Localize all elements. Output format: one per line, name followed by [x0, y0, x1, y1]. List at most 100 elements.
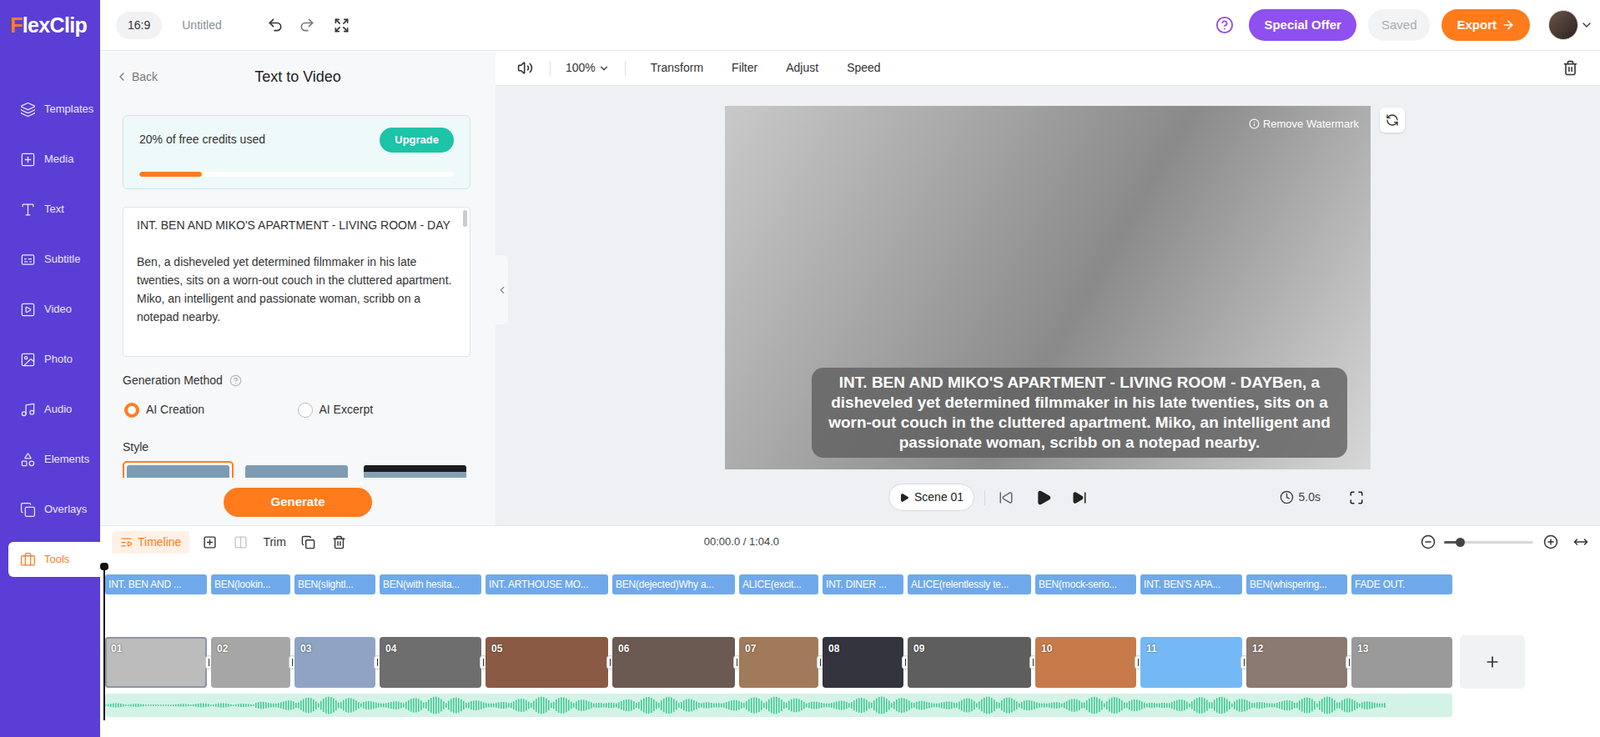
sidebar-item-icon: [20, 301, 36, 318]
scene-tile[interactable]: 03: [294, 637, 376, 689]
scene-tile[interactable]: 13: [1351, 637, 1453, 689]
redo-icon[interactable]: [298, 16, 316, 34]
special-offer-button[interactable]: Special Offer: [1248, 9, 1357, 42]
scene-duration[interactable]: 5.0s: [1279, 488, 1321, 507]
fullscreen-icon[interactable]: [1348, 490, 1364, 506]
zoom-in-icon[interactable]: [1543, 534, 1559, 550]
subtitle-chip[interactable]: FADE OUT.: [1351, 574, 1453, 595]
add-scene-button[interactable]: [1459, 635, 1525, 690]
toolbar-tool[interactable]: Transform: [650, 59, 704, 77]
subtitle-chip[interactable]: BEN(slightl...: [294, 574, 376, 595]
subtitle-chip[interactable]: BEN(with hesita...: [379, 574, 482, 595]
upgrade-button[interactable]: Upgrade: [379, 127, 454, 153]
waveform: [105, 694, 1390, 718]
scene-tile[interactable]: 09: [907, 637, 1032, 689]
zoom-slider[interactable]: [1444, 541, 1534, 544]
scene-tile[interactable]: 12: [1246, 637, 1348, 689]
sidebar-item[interactable]: Elements: [8, 442, 101, 478]
subtitle-chip[interactable]: ALICE(excit...: [739, 574, 819, 595]
script-input[interactable]: INT. BEN AND MIKO'S APARTMENT - LIVING R…: [122, 206, 471, 358]
sidebar-item[interactable]: Text: [8, 191, 101, 227]
subtitle-chip[interactable]: BEN(lookin...: [211, 574, 291, 595]
help-icon[interactable]: [1215, 15, 1234, 35]
zoom-out-icon[interactable]: [1420, 534, 1436, 550]
panel-header: BackText to Video: [100, 50, 496, 103]
sidebar-item[interactable]: Overlays: [8, 492, 101, 528]
clock-icon: [1279, 490, 1294, 505]
scrollbar-thumb[interactable]: [462, 210, 468, 227]
radio-button[interactable]: [297, 402, 313, 418]
scene-tile[interactable]: 06: [612, 637, 735, 689]
replace-button[interactable]: [1379, 107, 1405, 133]
fullscreen-icon[interactable]: [333, 17, 350, 34]
scene-tile[interactable]: 10: [1035, 637, 1137, 689]
toolbar-tool[interactable]: Adjust: [785, 59, 819, 77]
watermark-link[interactable]: Remove Watermark: [1248, 115, 1359, 133]
sidebar-item[interactable]: Video: [8, 291, 101, 328]
logo[interactable]: FlexClip: [0, 0, 101, 51]
export-button[interactable]: Export: [1441, 9, 1530, 42]
style-thumbnail[interactable]: [359, 461, 471, 478]
scene-play-button[interactable]: Scene 01: [888, 483, 975, 512]
skip-forward-icon[interactable]: [1071, 490, 1087, 506]
trim-button[interactable]: Trim: [262, 533, 286, 552]
sidebar-item[interactable]: Tools: [8, 542, 101, 578]
scene-tile[interactable]: 04: [379, 637, 482, 689]
chevron-down-icon[interactable]: [1579, 18, 1594, 32]
avatar[interactable]: [1548, 10, 1579, 41]
zoom-select[interactable]: 100%: [565, 59, 610, 77]
play-icon[interactable]: [1035, 489, 1052, 507]
scene-tile[interactable]: 01: [105, 637, 207, 689]
back-button[interactable]: Back: [100, 68, 255, 86]
toolbar-tool[interactable]: Speed: [846, 59, 881, 77]
caption[interactable]: INT. BEN AND MIKO'S APARTMENT - LIVING R…: [811, 367, 1348, 458]
sidebar-item[interactable]: Subtitle: [8, 241, 101, 277]
sidebar-item-icon: [20, 402, 36, 418]
sidebar-item[interactable]: Audio: [8, 392, 101, 428]
scene-tile[interactable]: 05: [485, 637, 609, 689]
style-thumbnail[interactable]: [241, 461, 353, 478]
subtitle-chip[interactable]: INT. BEN'S APA...: [1140, 574, 1243, 595]
aspect-ratio-button[interactable]: 16:9: [115, 11, 162, 40]
video-canvas[interactable]: Remove Watermark INT. BEN AND MIKO'S APAR…: [724, 105, 1371, 470]
subtitle-chip[interactable]: INT. DINER ...: [822, 574, 904, 595]
panel-body: 20% of free credits usedUpgradeINT. BEN …: [100, 102, 496, 478]
sidebar-item[interactable]: Photo: [8, 342, 101, 378]
project-title[interactable]: Untitled: [181, 16, 222, 35]
scene-number: 09: [913, 641, 925, 657]
audio-track[interactable]: [105, 694, 1453, 718]
trash-icon[interactable]: [1562, 60, 1579, 76]
subtitle-chip[interactable]: BEN(whispering...: [1246, 574, 1348, 595]
subtitle-chip[interactable]: INT. BEN AND ...: [105, 574, 207, 595]
sidebar: FlexClip Templates Media Text Subtitle Video P…: [0, 0, 101, 737]
radio-option[interactable]: AI Excerpt: [297, 401, 472, 419]
generate-button[interactable]: Generate: [223, 488, 373, 518]
timeline-button[interactable]: Timeline: [111, 531, 190, 554]
scene-tile[interactable]: 11: [1140, 637, 1243, 689]
add-scene-icon[interactable]: [202, 535, 217, 550]
subtitle-chip[interactable]: ALICE(relentlessly te...: [907, 574, 1032, 595]
radio-button[interactable]: [124, 402, 140, 418]
sidebar-item[interactable]: Media: [8, 141, 101, 177]
subtitle-chip[interactable]: BEN(dejected)Why a...: [612, 574, 735, 595]
help-icon[interactable]: [229, 374, 242, 388]
fit-icon[interactable]: [1573, 534, 1589, 550]
toolbar-tool[interactable]: Filter: [731, 59, 758, 77]
scene-tile[interactable]: 02: [211, 637, 291, 689]
scene-tile[interactable]: 08: [822, 637, 904, 689]
scene-tile[interactable]: 07: [739, 637, 819, 689]
skip-back-icon[interactable]: [998, 490, 1014, 506]
sidebar-item[interactable]: Templates: [8, 91, 101, 127]
sidebar-item-icon: [20, 502, 36, 519]
undo-icon[interactable]: [266, 16, 284, 34]
collapse-handle[interactable]: [495, 255, 509, 325]
radio-option[interactable]: AI Creation: [124, 401, 298, 419]
style-thumbnail[interactable]: [122, 461, 234, 478]
timeline: TimelineTrim00:00.0 / 1:04.0INT. BEN AND…: [100, 525, 1600, 737]
volume-icon[interactable]: [517, 60, 534, 76]
duplicate-icon[interactable]: [301, 535, 316, 550]
delete-icon[interactable]: [332, 535, 347, 550]
subtitle-chip[interactable]: INT. ARTHOUSE MO...: [485, 574, 609, 595]
save-status: Saved: [1368, 9, 1431, 42]
subtitle-chip[interactable]: BEN(mock-serio...: [1035, 574, 1137, 595]
